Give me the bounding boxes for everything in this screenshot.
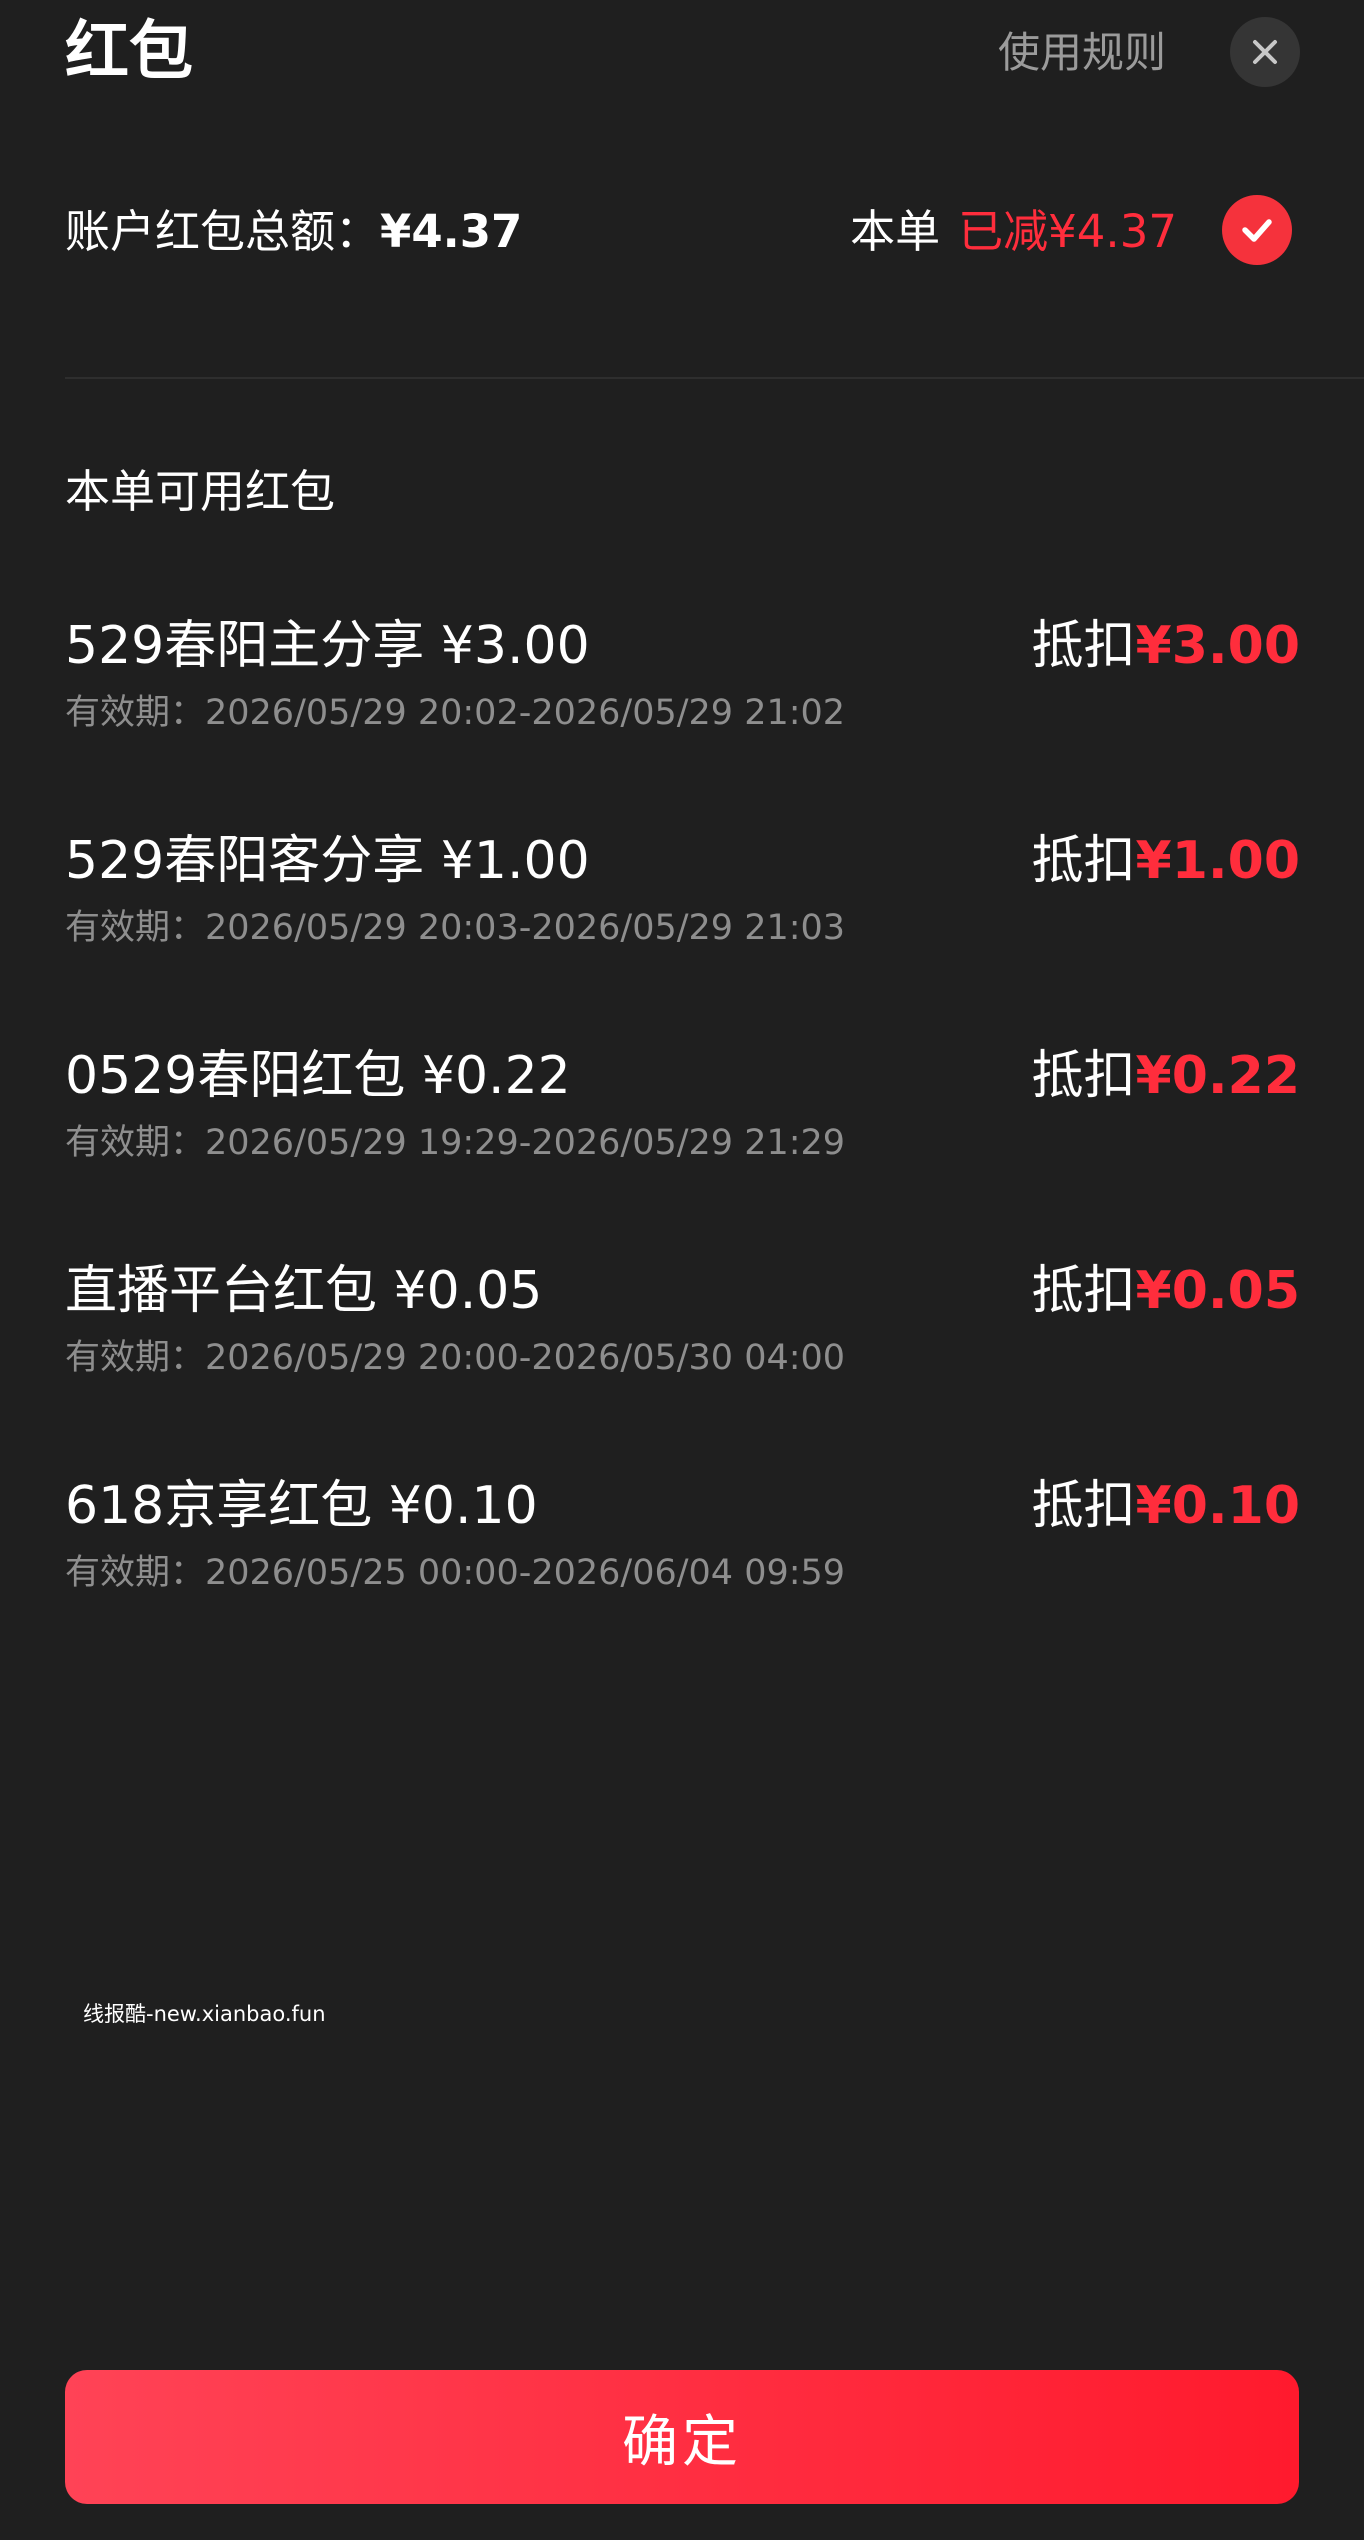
order-deduction-value: 已减¥4.37 [958, 205, 1177, 258]
account-total-label: 账户红包总额： [65, 205, 381, 258]
account-total-amount: ¥4.37 [380, 205, 523, 258]
deduct-amount: ¥1.00 [1135, 831, 1300, 891]
close-button[interactable] [1230, 17, 1300, 87]
deduct-amount: ¥0.05 [1135, 1261, 1300, 1321]
coupon-item[interactable]: 529春阳主分享 ¥3.00 有效期：2026/05/29 20:02-2026… [0, 600, 1364, 815]
coupon-deduct: 抵扣¥1.00 [1032, 825, 1301, 897]
page-title: 红包 [65, 15, 193, 89]
deduct-label: 抵扣 [1031, 1261, 1136, 1321]
coupon-list: 529春阳主分享 ¥3.00 有效期：2026/05/29 20:02-2026… [0, 600, 1364, 1675]
coupon-item[interactable]: 0529春阳红包 ¥0.22 有效期：2026/05/29 19:29-2026… [0, 1030, 1364, 1245]
coupon-name: 0529春阳红包 ¥0.22 [65, 1046, 571, 1106]
account-total: 账户红包总额：¥4.37 [65, 200, 522, 264]
usage-rules-link[interactable]: 使用规则 [998, 22, 1166, 84]
deduct-label: 抵扣 [1031, 831, 1136, 891]
section-title: 本单可用红包 [65, 465, 336, 518]
coupon-name: 直播平台红包 ¥0.05 [65, 1261, 543, 1321]
coupon-item[interactable]: 618京享红包 ¥0.10 有效期：2026/05/25 00:00-2026/… [0, 1460, 1364, 1675]
header: 红包 使用规则 [0, 0, 1364, 110]
use-coupon-toggle[interactable] [1222, 195, 1292, 265]
coupon-validity: 有效期：2026/05/29 20:03-2026/05/29 21:03 [65, 908, 846, 948]
coupon-deduct: 抵扣¥0.10 [1032, 1470, 1301, 1542]
coupon-validity: 有效期：2026/05/25 00:00-2026/06/04 09:59 [65, 1553, 846, 1593]
close-icon [1253, 40, 1277, 64]
deduct-label: 抵扣 [1031, 1046, 1136, 1106]
order-deduction: 本单 已减¥4.37 [850, 200, 1177, 264]
check-icon [1242, 219, 1272, 242]
deduct-amount: ¥0.10 [1135, 1476, 1300, 1536]
deduct-amount: ¥0.22 [1135, 1046, 1300, 1106]
coupon-item[interactable]: 529春阳客分享 ¥1.00 有效期：2026/05/29 20:03-2026… [0, 815, 1364, 1030]
account-total-row: 账户红包总额：¥4.37 本单 已减¥4.37 [0, 190, 1364, 280]
coupon-validity: 有效期：2026/05/29 20:02-2026/05/29 21:02 [65, 693, 846, 733]
coupon-item[interactable]: 直播平台红包 ¥0.05 有效期：2026/05/29 20:00-2026/0… [0, 1245, 1364, 1460]
deduct-label: 抵扣 [1031, 1476, 1136, 1536]
coupon-name: 618京享红包 ¥0.10 [65, 1476, 538, 1536]
coupon-deduct: 抵扣¥3.00 [1032, 610, 1301, 682]
watermark-text: 线报酷-new.xianbao.fun [83, 2002, 326, 2026]
order-deduction-prefix: 本单 [850, 205, 941, 258]
coupon-validity: 有效期：2026/05/29 19:29-2026/05/29 21:29 [65, 1123, 846, 1163]
confirm-button[interactable]: 确定 [65, 2370, 1299, 2504]
divider [65, 377, 1364, 379]
deduct-amount: ¥3.00 [1135, 616, 1300, 676]
coupon-deduct: 抵扣¥0.22 [1032, 1040, 1301, 1112]
coupon-deduct: 抵扣¥0.05 [1032, 1255, 1301, 1327]
coupon-validity: 有效期：2026/05/29 20:00-2026/05/30 04:00 [65, 1338, 846, 1378]
coupon-name: 529春阳主分享 ¥3.00 [65, 616, 590, 676]
deduct-label: 抵扣 [1031, 616, 1136, 676]
coupon-name: 529春阳客分享 ¥1.00 [65, 831, 590, 891]
